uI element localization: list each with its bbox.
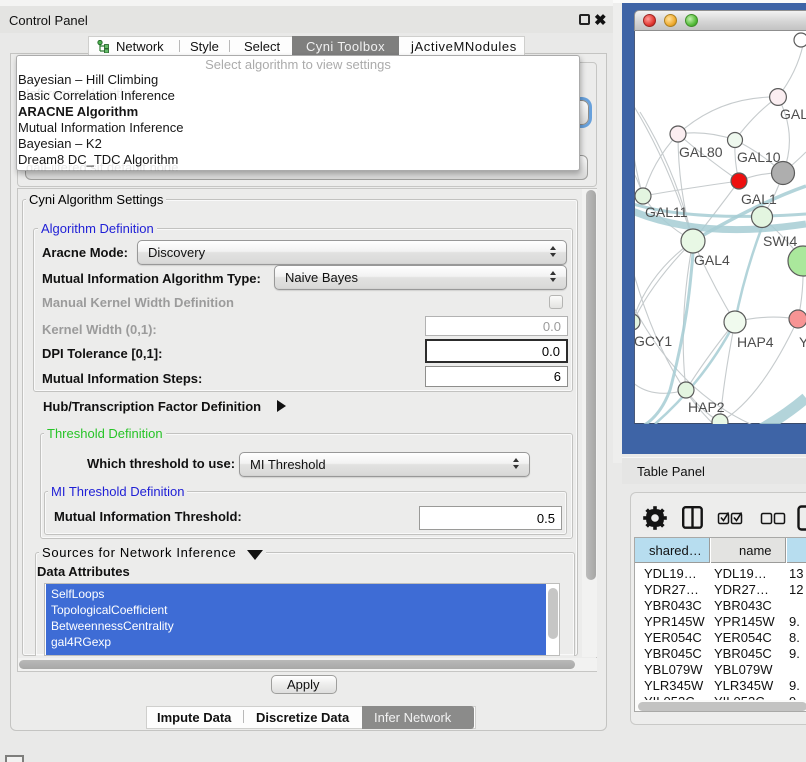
svg-text:GCY1: GCY1 [635,333,672,349]
svg-text:Y: Y [799,334,806,350]
svg-text:GAL10: GAL10 [737,149,781,165]
svg-text:GAL1: GAL1 [741,191,777,207]
svg-text:SWI4: SWI4 [763,233,797,249]
svg-text:HAP4: HAP4 [737,334,774,350]
svg-text:GAL11: GAL11 [645,204,688,220]
svg-text:GAL4: GAL4 [694,252,730,268]
svg-text:GAL80: GAL80 [679,144,723,160]
svg-text:GAL: GAL [780,106,806,122]
svg-text:HAP2: HAP2 [688,399,725,415]
